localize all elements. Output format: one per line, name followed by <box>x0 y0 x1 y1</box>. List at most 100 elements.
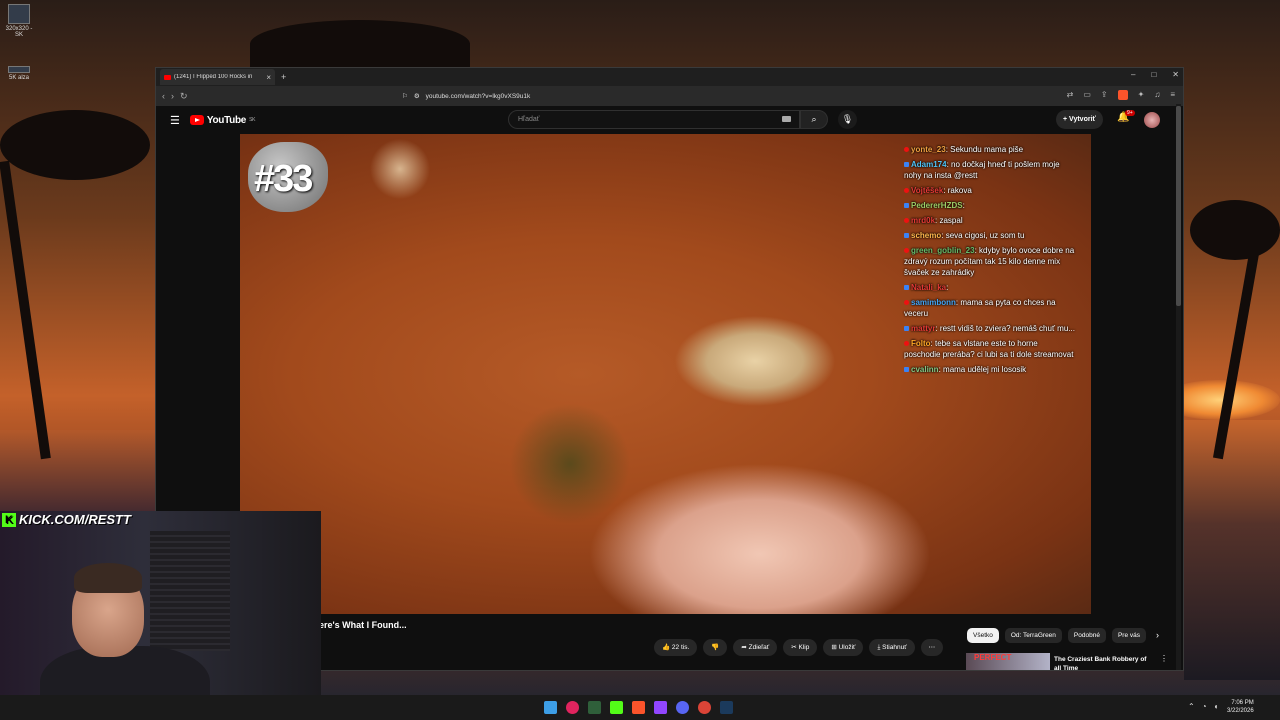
palm-leaves-top <box>250 20 470 68</box>
media-icon[interactable]: ♫ <box>1154 90 1160 100</box>
share-button[interactable]: ➦ Zdieľať <box>733 639 778 656</box>
chat-text: rakova <box>947 186 972 195</box>
create-button[interactable]: + Vytvoriť <box>1056 110 1103 129</box>
app-terminal-icon[interactable] <box>588 701 601 714</box>
more-horizontal-icon: ⋯ <box>928 644 936 651</box>
new-tab-icon[interactable]: + <box>281 72 286 82</box>
extensions-icon[interactable]: ✦ <box>1138 90 1145 100</box>
wifi-icon[interactable]: ◔ <box>1202 702 1207 711</box>
stream-chat-overlay: yonte_23: Sekundu mama piše Adam174: no d… <box>904 144 1076 379</box>
chat-text: seva cigosi, uz som tu <box>945 231 1025 240</box>
scrollbar-thumb[interactable] <box>1176 106 1181 306</box>
keyboard-icon[interactable] <box>782 116 791 122</box>
chevron-right-icon[interactable]: › <box>1156 628 1159 643</box>
taskbar-apps <box>544 701 733 714</box>
save-button[interactable]: ⊞ Uložiť <box>823 639 864 656</box>
translate-icon[interactable]: ⇄ <box>1067 90 1074 100</box>
chat-badge-icon <box>904 341 909 346</box>
download-label: Stiahnuť <box>882 644 907 651</box>
site-info-icon[interactable]: ⚙ <box>414 92 420 100</box>
share-page-icon[interactable]: ⇪ <box>1101 90 1108 100</box>
minimize-icon[interactable]: – <box>1131 70 1135 79</box>
app-chrome-icon[interactable] <box>698 701 711 714</box>
chat-username: Folto <box>911 339 931 348</box>
desktop-icon-1-label: 320x320 - SK <box>5 26 33 38</box>
chat-username: schemo <box>911 231 942 240</box>
brave-shield-icon[interactable] <box>1117 90 1128 100</box>
recommended-video[interactable]: PERFECT The Craziest Bank Robbery of all… <box>966 653 1166 670</box>
app-twitch-icon[interactable] <box>654 701 667 714</box>
chat-message: mattyr: restt vidiš to zviera? nemáš chu… <box>904 323 1076 334</box>
dislike-button[interactable]: 👎 <box>703 639 728 656</box>
volume-icon[interactable]: ◖ <box>1214 702 1219 711</box>
more-actions-button[interactable]: ⋯ <box>920 639 944 656</box>
chat-message: Folto: tebe sa vlstane este to horne pos… <box>904 338 1076 360</box>
start-windows-icon[interactable] <box>544 701 557 714</box>
kick-brand-text: KICK.COM/RESTT <box>19 512 131 527</box>
more-vertical-icon[interactable]: ⋮ <box>1160 654 1168 663</box>
chip-from-channel[interactable]: Od: TerraGreen <box>1004 628 1062 643</box>
avatar[interactable] <box>1144 112 1160 128</box>
chip-related[interactable]: Podobné <box>1067 628 1106 643</box>
share-label: Zdieľať <box>748 644 770 651</box>
reload-icon[interactable]: ↻ <box>180 91 188 102</box>
app-brave-icon[interactable] <box>632 701 645 714</box>
chat-message: Adam174: no dočkaj hneď ti pošlem moje n… <box>904 159 1076 181</box>
taskbar-clock[interactable]: 7:06 PM 3/22/2026 <box>1227 699 1254 715</box>
chat-badge-icon <box>904 300 909 305</box>
menu-icon[interactable]: ≡ <box>1170 90 1175 100</box>
download-button[interactable]: ⤓ Stiahnuť <box>869 639 915 656</box>
youtube-play-icon <box>189 115 204 125</box>
app-pin-icon[interactable] <box>566 701 579 714</box>
youtube-logo[interactable]: YouTube SK <box>189 114 255 126</box>
app-discord-icon[interactable] <box>676 701 689 714</box>
desktop-icon-1[interactable]: 320x320 - SK <box>4 4 34 38</box>
recommended-thumbnail: PERFECT <box>966 653 1050 670</box>
clock-date: 3/22/2026 <box>1227 708 1254 714</box>
youtube-logo-text: YouTube <box>206 114 247 126</box>
desktop-icon-2[interactable]: 5K alza <box>4 66 34 81</box>
close-window-icon[interactable]: ✕ <box>1172 70 1179 79</box>
forward-icon[interactable]: › <box>171 91 174 101</box>
search-icon: ⌕ <box>811 114 817 124</box>
clip-button[interactable]: ✂ Klip <box>783 639 818 656</box>
address-bar: ‹ › ↻ ⚐ ⚙ youtube.com/watch?v=lkg0vXS9u1… <box>156 86 1183 106</box>
tray-chevron-icon[interactable]: ⌃ <box>1188 702 1195 711</box>
recommendation-chips: Všetko Od: TerraGreen Podobné Pre vás › <box>967 628 1159 643</box>
url-field[interactable]: ⚐ ⚙ youtube.com/watch?v=lkg0vXS9u1k <box>402 90 942 102</box>
chat-message: samimbonn: mama sa pyta co chces na vece… <box>904 297 1076 319</box>
chat-message: green_goblin_23: kdyby bylo ovoce dobre … <box>904 245 1076 278</box>
chip-all[interactable]: Všetko <box>967 628 999 643</box>
maximize-icon[interactable]: □ <box>1151 70 1156 79</box>
chat-text: mama udělej mi lososik <box>943 365 1027 374</box>
palm-leaves-right <box>1190 200 1280 260</box>
desktop-icon-2-label: 5K alza <box>8 75 29 81</box>
chat-username: mrd0k <box>911 216 936 225</box>
app-steam-icon[interactable] <box>720 701 733 714</box>
chat-text: zaspal <box>939 216 963 225</box>
chat-message: Vojtěšek: rakova <box>904 185 1076 196</box>
voice-search-button[interactable]: 🎙 <box>838 110 857 129</box>
palm-trunk-left <box>0 160 51 460</box>
save-label: Uložiť <box>838 644 856 651</box>
microphone-icon: 🎙 <box>841 114 854 124</box>
like-button[interactable]: 👍 22 tis. <box>654 639 698 656</box>
close-tab-icon[interactable]: × <box>266 73 271 82</box>
app-kick-icon[interactable] <box>610 701 623 714</box>
search-input[interactable]: Hľadať <box>508 110 800 129</box>
search-button[interactable]: ⌕ <box>800 110 828 129</box>
chat-badge-icon <box>904 367 909 372</box>
video-title: ere's What I Found... <box>319 620 407 630</box>
chip-for-you[interactable]: Pre vás <box>1111 628 1146 643</box>
bookmark-icon[interactable]: ⚐ <box>402 92 408 100</box>
back-icon[interactable]: ‹ <box>162 91 165 101</box>
chat-username: green_goblin_23 <box>911 246 975 255</box>
hamburger-menu-icon[interactable]: ☰ <box>170 114 180 127</box>
cast-icon[interactable]: ▭ <box>1083 90 1091 100</box>
video-actions: 👍 22 tis. 👎 ➦ Zdieľať ✂ Klip ⊞ Uložiť ⤓ … <box>654 639 944 656</box>
thumbs-up-icon: 👍 <box>662 644 671 651</box>
tab-youtube[interactable]: (1241) I Flipped 100 Rocks in × <box>160 69 275 85</box>
page-scrollbar[interactable] <box>1176 104 1181 670</box>
chat-message: cvalinn: mama udělej mi lososik <box>904 364 1076 375</box>
chat-text: Sekundu mama piše <box>950 145 1024 154</box>
